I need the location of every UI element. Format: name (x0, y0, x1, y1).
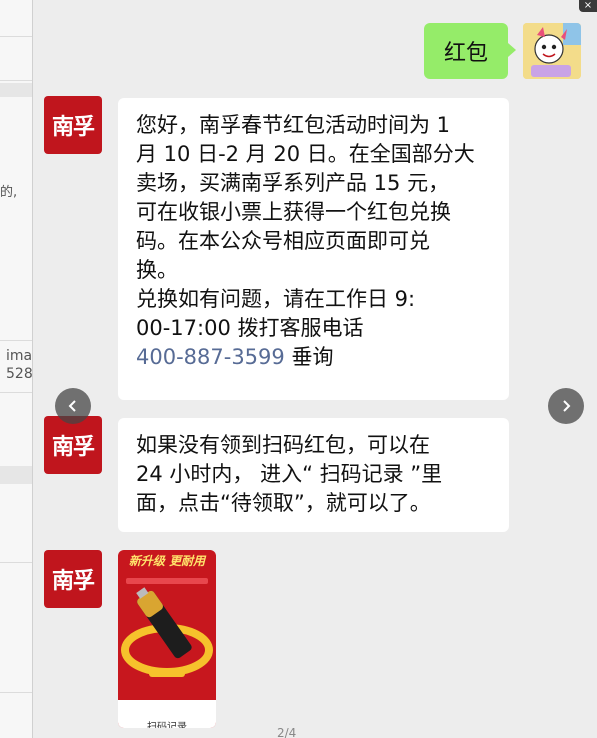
background-band (0, 83, 32, 97)
divider (0, 692, 32, 693)
background-text: 528 (6, 366, 32, 382)
reply-line: 码。在本公众号相应页面即可兑 (136, 229, 430, 253)
reply-line: 您好，南孚春节红包活动时间为 1 (136, 113, 451, 137)
brand-avatar[interactable]: 南孚 (44, 96, 102, 154)
promo-poster-image[interactable]: 新升级 更耐用 扫码记录 (118, 550, 216, 728)
poster-scan-record-label: 扫码记录 (147, 722, 187, 728)
user-message-bubble: 红包 (424, 23, 516, 79)
reply-bubble-scan: 如果没有领到扫码红包，可以在 24 小时内， 进入“ 扫码记录 ”里 面，点击“… (118, 418, 509, 532)
background-text: 的, (0, 185, 18, 200)
avatar-illustration-icon (523, 23, 581, 79)
divider (0, 392, 32, 393)
reply-line: 面，点击“待领取”，就可以了。 (136, 491, 431, 515)
user-avatar[interactable] (523, 23, 581, 79)
reply-line: 如果没有领到扫码红包，可以在 (136, 433, 430, 457)
previous-image-button[interactable] (55, 388, 91, 424)
reply-line-phone: 400-887-3599 垂询 (136, 343, 491, 372)
reply-line: 月 10 日-2 月 20 日。在全国部分大 (136, 142, 475, 166)
reply-line: 可在收银小票上获得一个红包兑换 (136, 200, 451, 224)
background-band (0, 466, 32, 484)
page-indicator: 2/4 (277, 726, 297, 738)
close-icon[interactable]: × (579, 0, 597, 12)
reply-line: 00-17:00 拨打客服电话 (136, 316, 364, 340)
reply-line: 24 小时内， 进入“ 扫码记录 ”里 (136, 462, 443, 486)
user-message-text: 红包 (443, 41, 488, 66)
divider (0, 36, 32, 37)
chevron-left-icon (68, 400, 76, 412)
reply-line: 卖场，买满南孚系列产品 15 元， (136, 171, 450, 195)
reply-line: 换。 (136, 258, 178, 282)
divider (0, 80, 32, 81)
reply-bubble-activity: 您好，南孚春节红包活动时间为 1 月 10 日-2 月 20 日。在全国部分大 … (118, 98, 509, 400)
brand-avatar[interactable]: 南孚 (44, 550, 102, 608)
background-text: ima (6, 348, 32, 364)
divider (0, 562, 32, 563)
next-image-button[interactable] (548, 388, 584, 424)
brand-avatar[interactable]: 南孚 (44, 416, 102, 474)
reply-line: 兑换如有问题，请在工作日 9: (136, 287, 416, 311)
chevron-right-icon (563, 400, 571, 412)
divider (0, 340, 32, 341)
background-window: 的, ima 528 (0, 0, 32, 738)
reply-suffix: 垂询 (284, 345, 334, 369)
phone-link[interactable]: 400-887-3599 (136, 345, 285, 369)
battery-icon (121, 578, 213, 677)
